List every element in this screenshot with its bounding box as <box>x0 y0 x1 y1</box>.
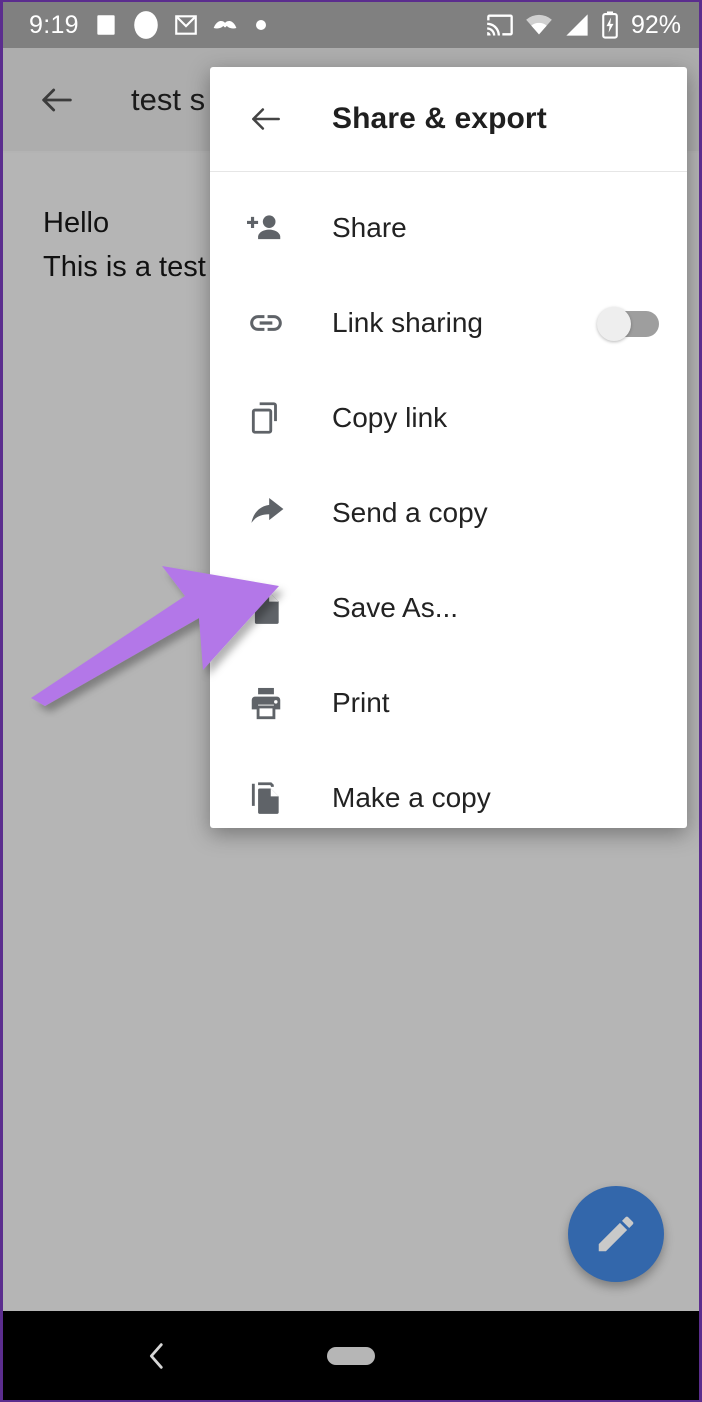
nav-back-button[interactable] <box>131 1330 183 1382</box>
status-bar: 9:19 92% <box>3 2 699 48</box>
menu-item-send-a-copy[interactable]: Send a copy <box>210 465 687 560</box>
pencil-edit-icon <box>598 1216 634 1252</box>
battery-percent-label: 92% <box>630 10 681 39</box>
menu-item-label: Send a copy <box>332 496 488 528</box>
app-bar-back-button[interactable] <box>33 76 81 124</box>
link-sharing-toggle[interactable] <box>597 306 659 341</box>
moustache-icon <box>213 17 241 33</box>
menu-item-make-a-copy[interactable]: Make a copy <box>210 750 687 828</box>
app-bar-title: test s <box>131 81 206 117</box>
menu-item-label: Save As... <box>332 591 459 623</box>
cellular-signal-icon <box>564 13 590 37</box>
person-add-icon <box>243 205 289 251</box>
link-icon <box>243 300 289 346</box>
toggle-knob <box>597 306 631 341</box>
menu-item-label: Share <box>332 211 407 243</box>
share-arrow-icon <box>243 490 289 536</box>
printer-icon <box>243 680 289 726</box>
status-clock: 9:19 <box>29 10 79 39</box>
menu-item-label: Link sharing <box>332 306 483 338</box>
menu-item-print[interactable]: Print <box>210 655 687 750</box>
arrow-back-icon <box>252 108 280 130</box>
copy-link-icon <box>243 395 289 441</box>
menu-item-label: Print <box>332 686 390 718</box>
gmail-icon <box>173 12 199 38</box>
messages-icon <box>93 12 119 38</box>
dialog-back-button[interactable] <box>243 96 289 142</box>
battery-charging-icon <box>601 11 619 39</box>
dot-icon <box>255 19 267 31</box>
dialog-title: Share & export <box>332 102 547 135</box>
home-pill-handle[interactable] <box>327 1346 375 1365</box>
status-bar-left: 9:19 <box>29 10 486 40</box>
status-bar-right: 92% <box>486 11 681 40</box>
menu-item-save-as[interactable]: Save As... <box>210 560 687 655</box>
menu-item-copy-link[interactable]: Copy link <box>210 370 687 465</box>
menu-item-link-sharing[interactable]: Link sharing <box>210 275 687 370</box>
duplicate-file-icon <box>243 775 289 821</box>
circle-icon <box>133 10 159 40</box>
wifi-icon <box>525 14 553 36</box>
dialog-header: Share & export <box>210 67 687 172</box>
share-export-dialog: Share & export Share Link sharing Copy l… <box>210 67 687 828</box>
menu-item-label: Copy link <box>332 401 448 433</box>
file-document-icon <box>243 585 289 631</box>
cast-icon <box>486 11 514 39</box>
menu-item-label: Make a copy <box>332 781 491 813</box>
chevron-back-icon <box>149 1342 163 1369</box>
arrow-back-icon <box>42 88 72 111</box>
system-navigation-bar <box>3 1311 699 1400</box>
phone-screen: 9:19 92% test s Hello This is a test fi … <box>0 0 702 1402</box>
menu-item-share[interactable]: Share <box>210 180 687 275</box>
edit-fab-button[interactable] <box>568 1186 664 1282</box>
share-export-menu-list: Share Link sharing Copy link Send a copy… <box>210 172 687 828</box>
